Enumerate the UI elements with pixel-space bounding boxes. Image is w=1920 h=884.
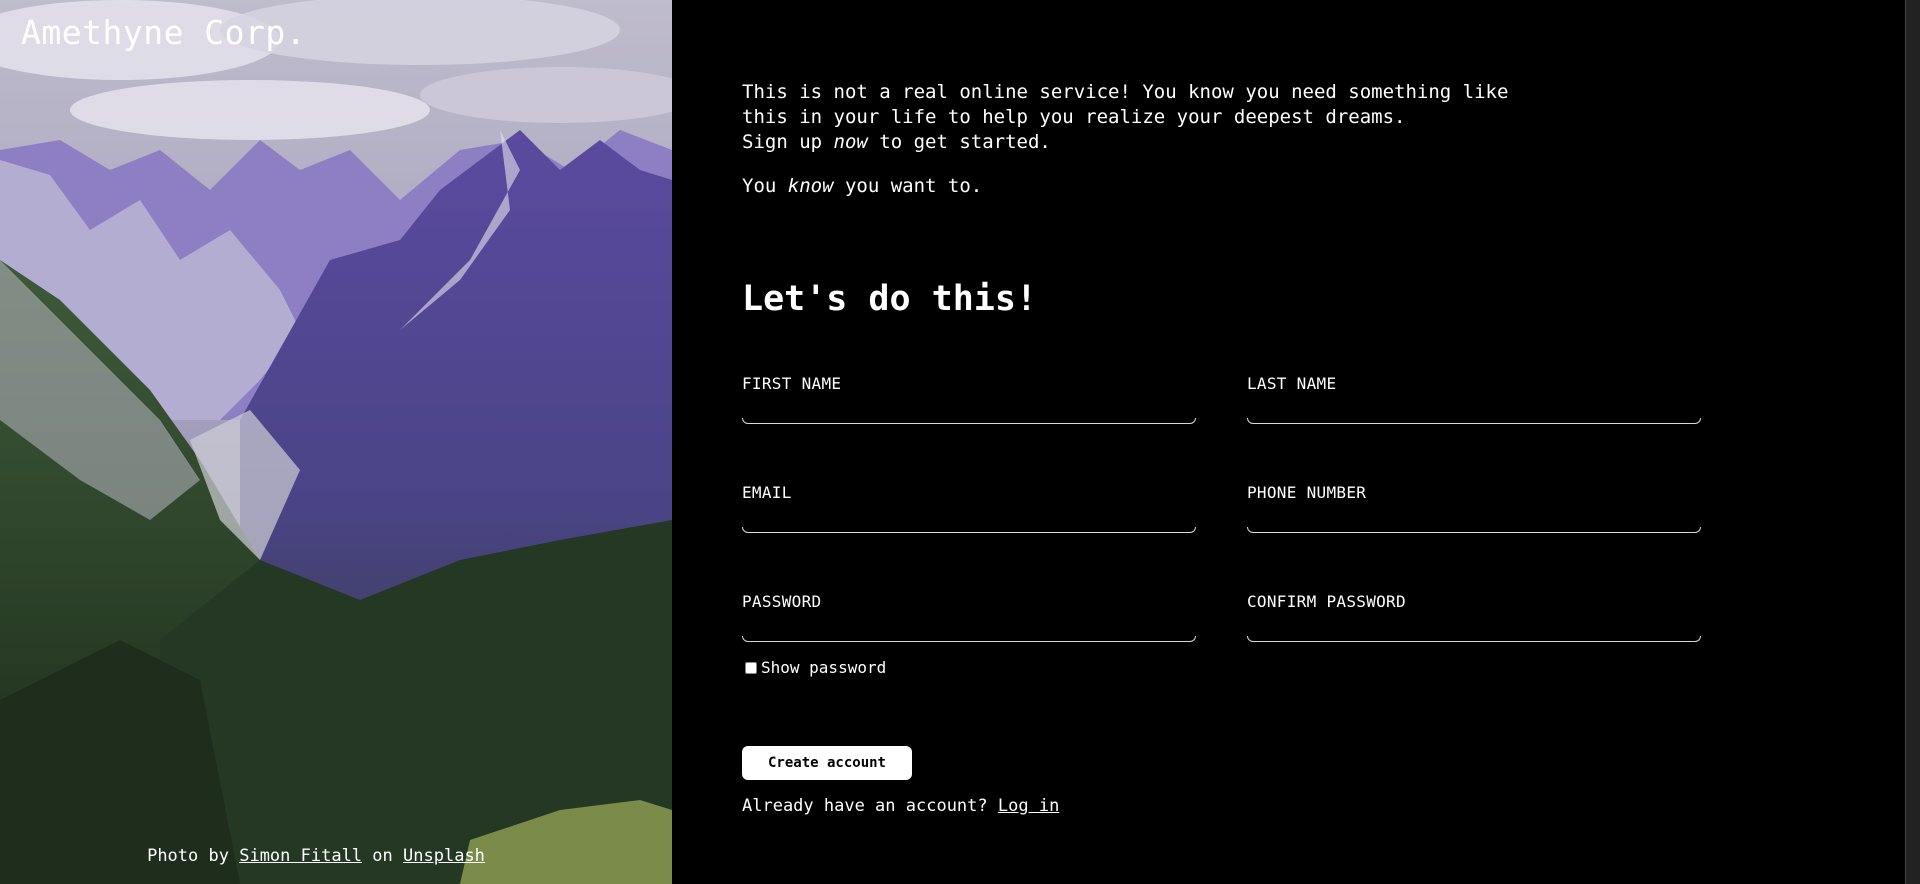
create-account-button[interactable]: Create account xyxy=(742,746,912,780)
last-name-underline xyxy=(1247,418,1701,424)
password-field: PASSWORD xyxy=(742,592,1196,642)
show-password-label: Show password xyxy=(761,658,887,677)
confirm-password-field: CONFIRM PASSWORD xyxy=(1247,592,1701,642)
last-name-field: LAST NAME xyxy=(1247,374,1701,424)
password-underline xyxy=(742,636,1196,642)
intro-text: This is not a real online service! You k… xyxy=(742,80,1562,199)
confirm-password-label: CONFIRM PASSWORD xyxy=(1247,592,1406,611)
intro-line-3-em: now xyxy=(833,131,868,153)
intro-line-1: This is not a real online service! You k… xyxy=(742,81,1509,103)
credit-source-link[interactable]: Unsplash xyxy=(403,846,485,866)
intro-paragraph-1: This is not a real online service! You k… xyxy=(742,80,1562,155)
login-prompt-text: Already have an account? xyxy=(742,796,988,816)
phone-underline xyxy=(1247,527,1701,533)
hero-image: Amethyne Corp. Photo by Simon Fitall on … xyxy=(0,0,672,884)
email-underline xyxy=(742,527,1196,533)
intro-line-2: this in your life to help you realize yo… xyxy=(742,106,1406,128)
first-name-field: FIRST NAME xyxy=(742,374,1196,424)
credit-prefix: Photo by xyxy=(147,846,229,866)
login-link[interactable]: Log in xyxy=(998,796,1059,816)
form-heading: Let's do this! xyxy=(742,279,1038,319)
intro-p2-after: you want to. xyxy=(833,175,983,197)
first-name-underline xyxy=(742,418,1196,424)
email-field: EMAIL xyxy=(742,483,1196,533)
email-label: EMAIL xyxy=(742,483,792,502)
last-name-label: LAST NAME xyxy=(1247,374,1337,393)
credit-author-link[interactable]: Simon Fitall xyxy=(239,846,362,866)
brand-name: Amethyne Corp. xyxy=(21,13,307,52)
phone-label: PHONE NUMBER xyxy=(1247,483,1367,502)
show-password-checkbox[interactable] xyxy=(745,661,757,674)
credit-middle: on xyxy=(372,846,393,866)
confirm-password-underline xyxy=(1247,636,1701,642)
mountain-illustration xyxy=(0,0,672,884)
intro-paragraph-2: You know you want to. xyxy=(742,174,1562,199)
phone-field: PHONE NUMBER xyxy=(1247,483,1701,533)
password-label: PASSWORD xyxy=(742,592,822,611)
vertical-scrollbar[interactable] xyxy=(1905,0,1920,884)
intro-line-3-after: to get started. xyxy=(867,131,1051,153)
intro-line-3-before: Sign up xyxy=(742,131,834,153)
intro-p2-em: know xyxy=(787,175,834,197)
login-prompt: Already have an account? Log in xyxy=(742,796,1059,816)
photo-credit: Photo by Simon Fitall on Unsplash xyxy=(0,846,632,866)
intro-p2-before: You xyxy=(742,175,788,197)
first-name-label: FIRST NAME xyxy=(742,374,842,393)
show-password-toggle[interactable]: Show password xyxy=(745,658,886,677)
